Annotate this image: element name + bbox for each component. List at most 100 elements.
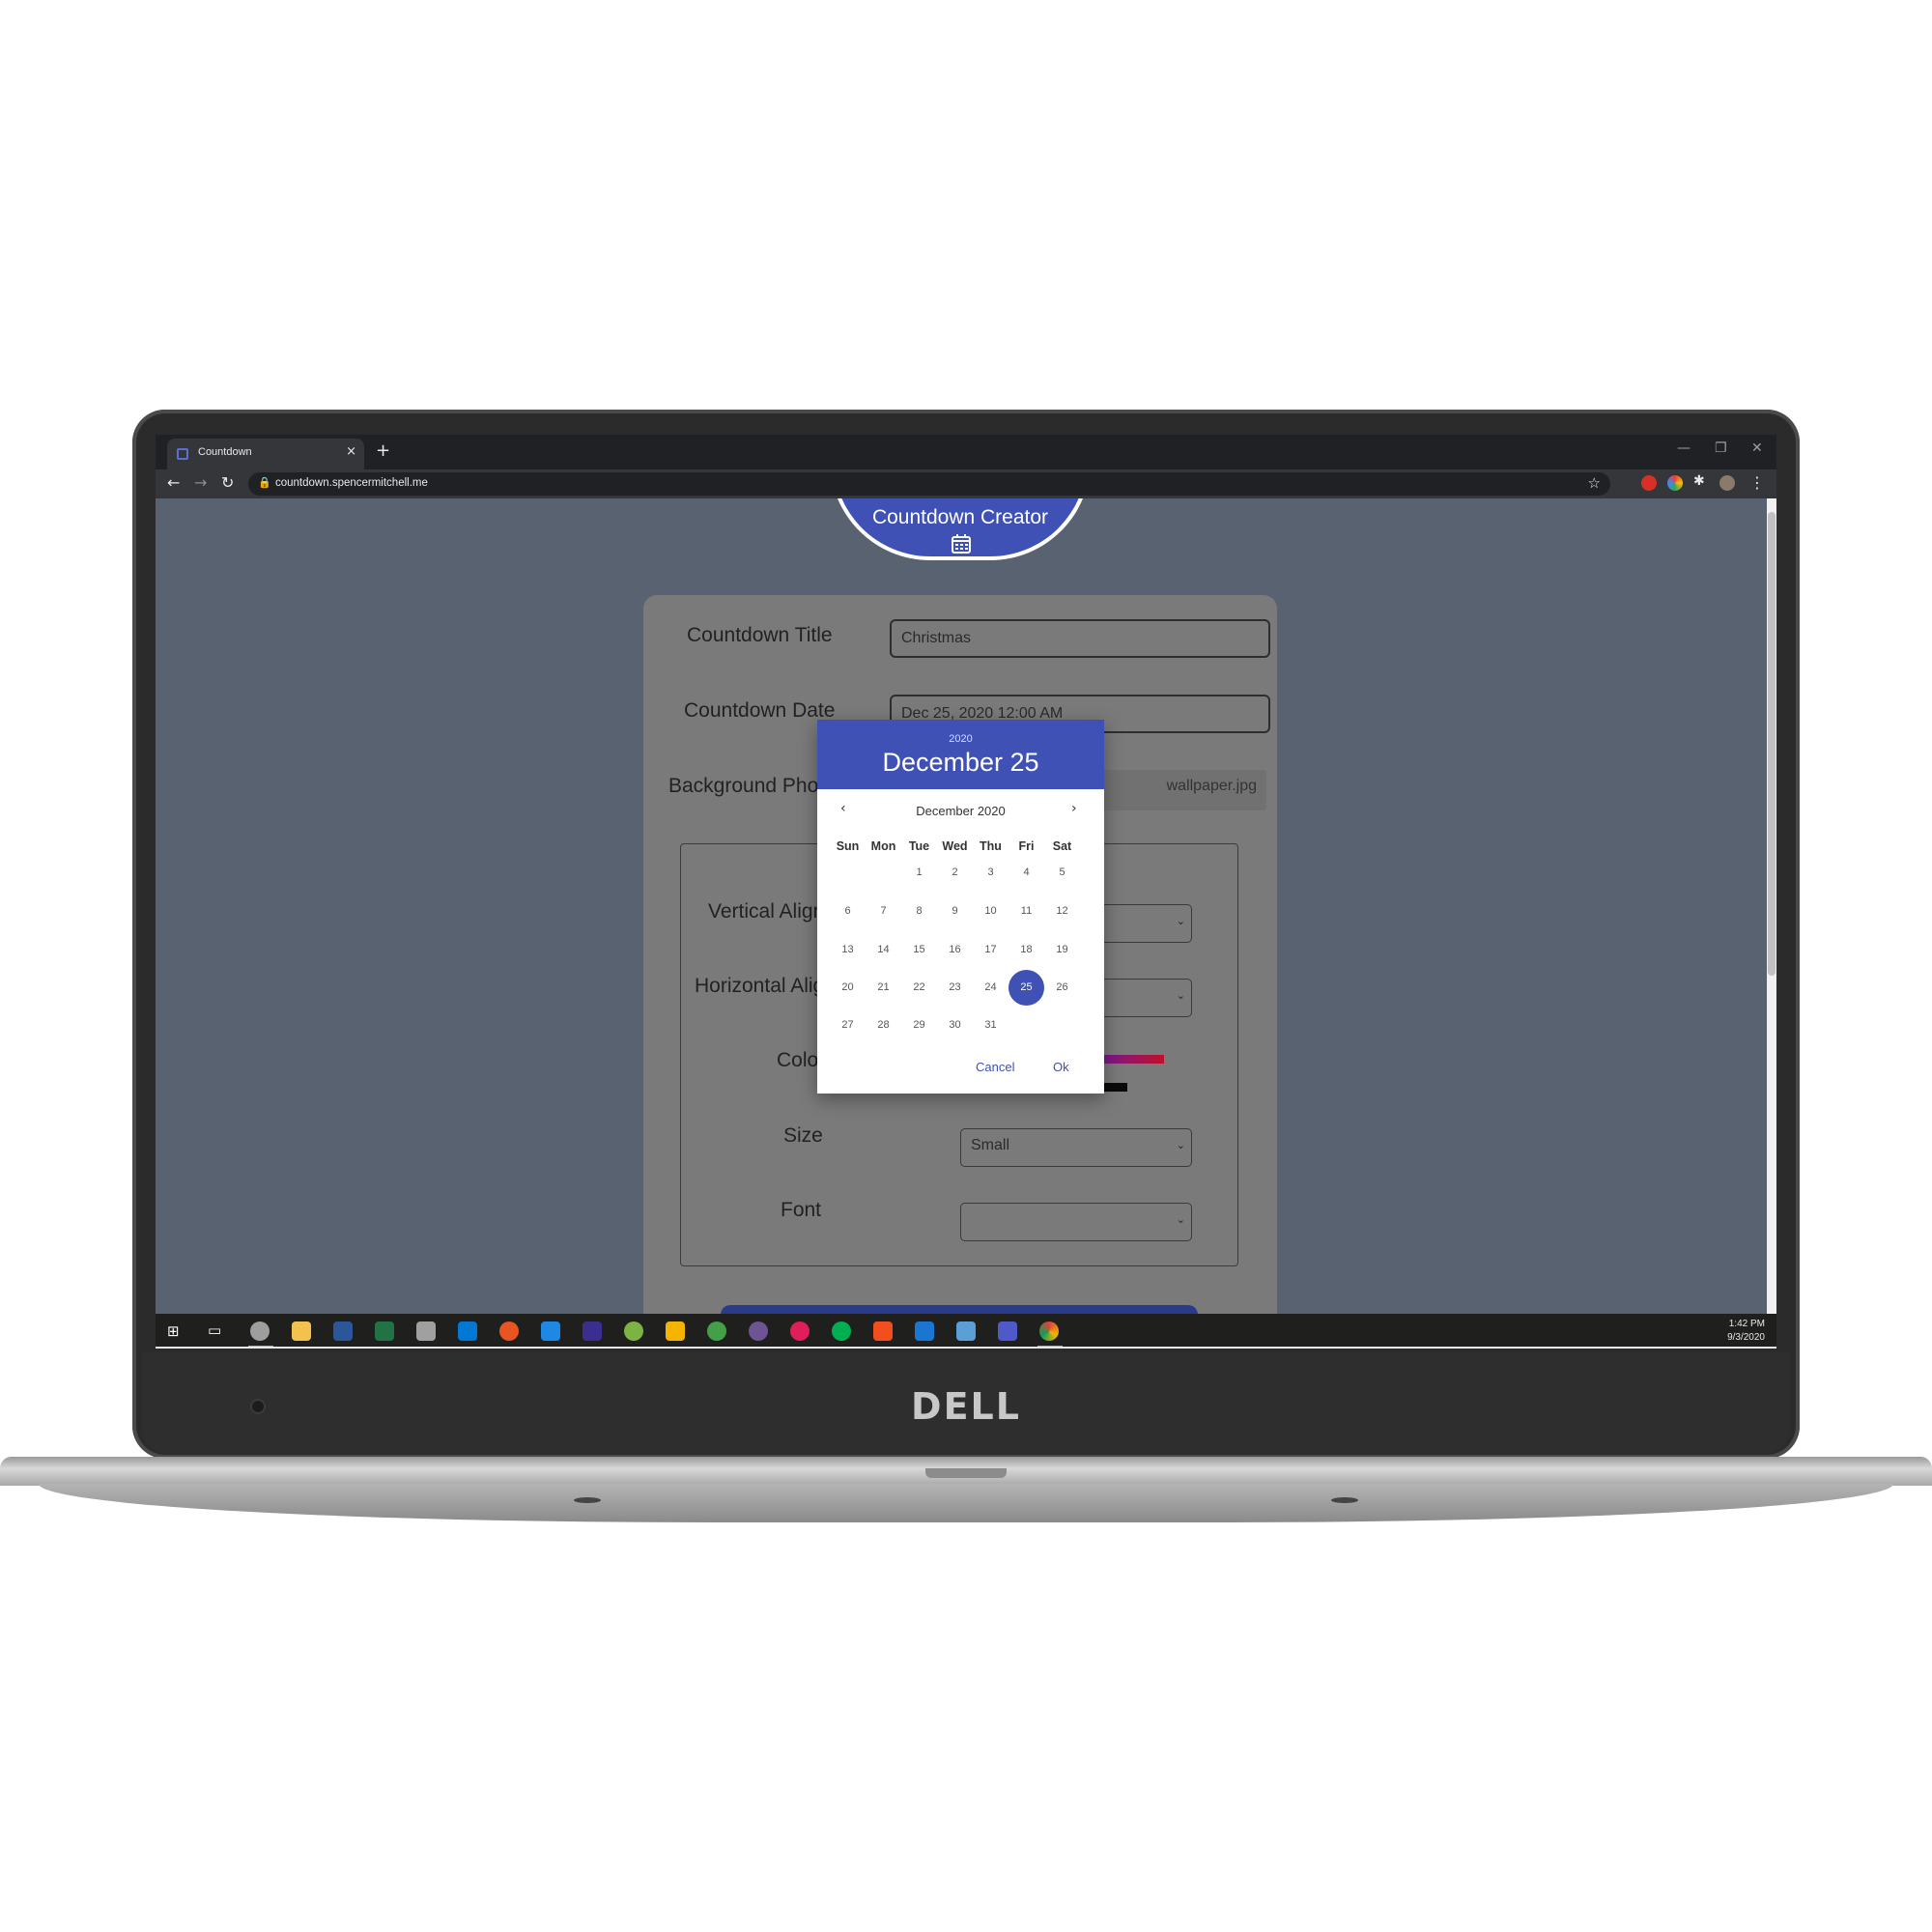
scrollbar-thumb[interactable]	[1768, 512, 1776, 976]
calendar-day[interactable]: 23	[937, 970, 973, 1006]
calendar-day[interactable]: 24	[973, 970, 1009, 1006]
vscode-icon[interactable]	[458, 1321, 477, 1341]
calendar-icon	[952, 534, 971, 554]
calendar-day[interactable]: 9	[937, 894, 973, 929]
menu-kebab-icon[interactable]: ⋮	[1749, 473, 1765, 492]
app-icon[interactable]	[541, 1321, 560, 1341]
title-label: Countdown Title	[687, 624, 833, 646]
calendar-day[interactable]: 7	[866, 894, 901, 929]
calendar-day-selected[interactable]: 25	[1009, 970, 1044, 1006]
calendar-day[interactable]: 8	[901, 894, 937, 929]
calendar-day[interactable]: 29	[901, 1008, 937, 1043]
calendar-day[interactable]: 5	[1044, 855, 1080, 891]
calendar-day[interactable]: 13	[830, 932, 866, 968]
calendar-day[interactable]: 22	[901, 970, 937, 1006]
font-select[interactable]: ⌄	[960, 1203, 1192, 1241]
profile-avatar[interactable]	[1719, 475, 1735, 491]
calendar-day[interactable]: 1	[901, 855, 937, 891]
jetbrains-icon[interactable]	[582, 1321, 602, 1341]
calendar-day[interactable]: 6	[830, 894, 866, 929]
laptop-brand-logo: DELL	[911, 1385, 1021, 1428]
extensions-puzzle-icon[interactable]: ✱	[1693, 473, 1705, 489]
forward-icon[interactable]: →	[194, 473, 207, 492]
calendar-day[interactable]: 4	[1009, 855, 1044, 891]
picker-selected-date: December 25	[882, 748, 1039, 777]
calendar-day[interactable]: 27	[830, 1008, 866, 1043]
weekday-label: Wed	[942, 839, 968, 853]
calendar-day[interactable]: 3	[973, 855, 1009, 891]
page-scrollbar[interactable]	[1767, 498, 1776, 1314]
calendar-day[interactable]: 2	[937, 855, 973, 891]
file-explorer-icon[interactable]	[292, 1321, 311, 1341]
app-icon[interactable]	[915, 1321, 934, 1341]
slack-icon[interactable]	[790, 1321, 810, 1341]
weekday-label: Sun	[836, 839, 860, 853]
app-title: Countdown Creator	[871, 506, 1049, 528]
windows-taskbar: ⊞ ▭ 1:42 PM 9/3/2020	[156, 1314, 1776, 1349]
weekday-label: Tue	[908, 839, 930, 853]
weekday-label: Mon	[870, 839, 896, 853]
visual-studio-icon[interactable]	[416, 1321, 436, 1341]
chrome-icon[interactable]	[1039, 1321, 1059, 1341]
windows-start-icon[interactable]: ⊞	[167, 1322, 180, 1340]
size-select-value: Small	[971, 1137, 1010, 1153]
figma-icon[interactable]	[873, 1321, 893, 1341]
android-studio-icon[interactable]	[624, 1321, 643, 1341]
calendar-day[interactable]: 10	[973, 894, 1009, 929]
calendar-day[interactable]: 19	[1044, 932, 1080, 968]
minimize-icon[interactable]: —	[1677, 440, 1690, 456]
remote-desktop-icon[interactable]	[956, 1321, 976, 1341]
calendar-day[interactable]: 30	[937, 1008, 973, 1043]
color-picker-extension-icon[interactable]	[1667, 475, 1683, 491]
ubuntu-icon[interactable]	[499, 1321, 519, 1341]
calendar-day[interactable]: 15	[901, 932, 937, 968]
clock-date: 9/3/2020	[1727, 1332, 1765, 1343]
title-input[interactable]: Christmas	[890, 619, 1270, 658]
ok-button[interactable]: Ok	[1053, 1060, 1069, 1074]
calendar-day[interactable]: 28	[866, 1008, 901, 1043]
github-desktop-icon[interactable]	[749, 1321, 768, 1341]
picker-month-label: December 2020	[916, 804, 1006, 818]
chevron-down-icon: ⌄	[1176, 1214, 1185, 1226]
bookmark-star-icon[interactable]: ☆	[1588, 474, 1601, 492]
next-month-icon[interactable]: ›	[1071, 801, 1077, 816]
calendar-day[interactable]: 26	[1044, 970, 1080, 1006]
app-header: Countdown Creator	[830, 498, 1091, 560]
picker-year[interactable]: 2020	[817, 733, 1104, 745]
word-icon[interactable]	[333, 1321, 353, 1341]
address-bar[interactable]: 🔒 countdown.spencermitchell.me ☆	[248, 472, 1610, 496]
reload-icon[interactable]: ↻	[221, 473, 234, 492]
create-button[interactable]	[721, 1305, 1198, 1314]
system-clock[interactable]: 1:42 PM 9/3/2020	[1727, 1318, 1765, 1345]
calendar-day[interactable]: 11	[1009, 894, 1044, 929]
obs-icon[interactable]	[250, 1321, 270, 1341]
calendar-day[interactable]: 17	[973, 932, 1009, 968]
cancel-button[interactable]: Cancel	[976, 1060, 1014, 1074]
mongodb-compass-icon[interactable]	[832, 1321, 851, 1341]
git-icon[interactable]	[666, 1321, 685, 1341]
new-tab-button[interactable]: +	[376, 440, 390, 461]
task-view-icon[interactable]: ▭	[208, 1321, 221, 1339]
browser-tab[interactable]: Countdown ×	[167, 439, 364, 469]
calendar-day[interactable]: 31	[973, 1008, 1009, 1043]
calendar-day[interactable]: 12	[1044, 894, 1080, 929]
window-close-icon[interactable]: ✕	[1751, 440, 1763, 456]
screen-edge	[156, 1347, 1776, 1349]
background-photo-label: Background Photo	[668, 775, 836, 797]
webcam	[250, 1399, 266, 1414]
calendar-day[interactable]: 14	[866, 932, 901, 968]
app-icon[interactable]	[707, 1321, 726, 1341]
lock-icon: 🔒	[258, 476, 271, 489]
calendar-day[interactable]: 18	[1009, 932, 1044, 968]
calendar-day[interactable]: 16	[937, 932, 973, 968]
size-select[interactable]: Small ⌄	[960, 1128, 1192, 1167]
chevron-down-icon: ⌄	[1176, 916, 1185, 927]
tab-close-icon[interactable]: ×	[346, 444, 356, 459]
restore-icon[interactable]: ❐	[1715, 440, 1727, 456]
excel-icon[interactable]	[375, 1321, 394, 1341]
teams-icon[interactable]	[998, 1321, 1017, 1341]
adblock-extension-icon[interactable]	[1641, 475, 1657, 491]
back-icon[interactable]: ←	[167, 473, 180, 492]
calendar-day[interactable]: 21	[866, 970, 901, 1006]
calendar-day[interactable]: 20	[830, 970, 866, 1006]
